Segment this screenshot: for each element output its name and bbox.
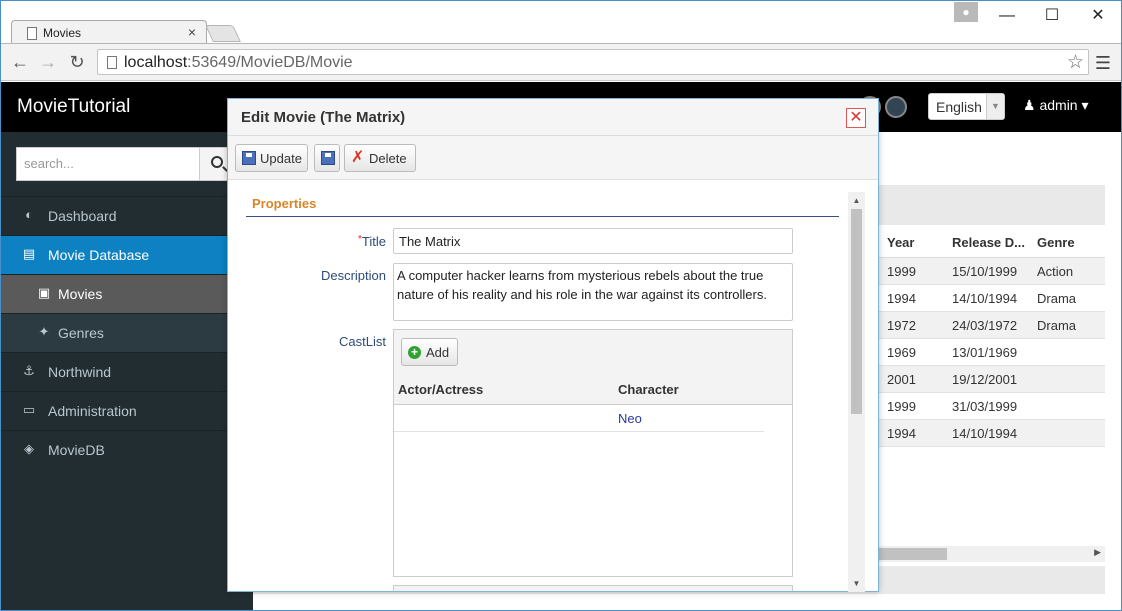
sidebar-item-administration[interactable]: ▭ Administration bbox=[1, 391, 253, 430]
tab-title: Movies bbox=[43, 26, 82, 40]
column-header-character[interactable]: Character bbox=[618, 382, 679, 397]
grid-horizontal-scrollbar[interactable]: ▶ bbox=[879, 546, 1105, 562]
dialog-body: Properties *Title The Matrix Description… bbox=[228, 180, 864, 591]
character-cell[interactable]: Neo bbox=[618, 411, 642, 426]
save-close-icon bbox=[321, 151, 335, 165]
update-button[interactable]: Update bbox=[235, 144, 308, 172]
layers-icon: ◈ bbox=[24, 441, 34, 456]
scroll-down-icon[interactable]: ▼ bbox=[848, 579, 865, 588]
tab-close-icon[interactable]: × bbox=[188, 24, 196, 40]
browser-toolbar: ← → ↻ localhost:53649/MovieDB/Movie ☆ ☰ bbox=[1, 43, 1121, 81]
pin-icon: ✦ bbox=[38, 324, 50, 339]
address-bar[interactable]: localhost:53649/MovieDB/Movie ☆ bbox=[97, 49, 1089, 75]
sidebar-item-northwind[interactable]: ⚓ Northwind bbox=[1, 352, 253, 391]
sidebar: search... ◐ Dashboard ▤ Movie Database ▣… bbox=[1, 132, 253, 610]
search-icon bbox=[211, 156, 223, 168]
close-window-button[interactable]: ✕ bbox=[1076, 2, 1120, 30]
castlist-header: Actor/Actress Character bbox=[394, 373, 792, 405]
brand-title[interactable]: MovieTutorial bbox=[17, 96, 130, 118]
minimize-button[interactable]: — bbox=[985, 2, 1029, 30]
anchor-icon: ⚓ bbox=[23, 363, 35, 378]
reload-icon[interactable]: ↻ bbox=[65, 52, 89, 73]
castlist-label: CastList bbox=[339, 334, 386, 349]
sidebar-item-movie-database[interactable]: ▤ Movie Database bbox=[1, 235, 253, 274]
forward-arrow-icon[interactable]: → bbox=[36, 52, 60, 73]
dialog-title: Edit Movie (The Matrix) bbox=[241, 109, 406, 126]
scroll-thumb[interactable] bbox=[879, 548, 947, 560]
sidebar-item-movies[interactable]: ▣ Movies bbox=[1, 274, 253, 313]
page-icon bbox=[107, 56, 117, 69]
maximize-button[interactable]: ☐ bbox=[1030, 2, 1074, 30]
movie-icon: ▣ bbox=[37, 285, 51, 300]
url-text: localhost:53649/MovieDB/Movie bbox=[124, 54, 353, 71]
next-field bbox=[393, 585, 793, 591]
user-menu[interactable]: ♟ admin ▾ bbox=[1023, 97, 1089, 114]
back-arrow-icon[interactable]: ← bbox=[8, 52, 32, 73]
new-tab-button[interactable] bbox=[205, 25, 241, 42]
section-divider bbox=[246, 216, 839, 217]
add-cast-button[interactable]: + Add bbox=[401, 338, 458, 366]
sidebar-item-dashboard[interactable]: ◐ Dashboard bbox=[1, 196, 253, 235]
table-row[interactable]: Neo bbox=[394, 405, 764, 432]
edit-movie-dialog: Edit Movie (The Matrix) ✕ Update ✗ Delet… bbox=[227, 98, 879, 592]
theme-circle-icon[interactable] bbox=[885, 96, 907, 118]
dialog-toolbar: Update ✗ Delete bbox=[228, 136, 878, 180]
profile-icon[interactable]: ● bbox=[954, 2, 978, 22]
section-title: Properties bbox=[252, 196, 317, 211]
plus-icon: + bbox=[408, 346, 421, 359]
column-header-genre[interactable]: Genre bbox=[1037, 235, 1075, 250]
column-header-year[interactable]: Year bbox=[887, 235, 914, 250]
chevron-down-icon: ▼ bbox=[986, 94, 1004, 119]
dialog-vertical-scrollbar[interactable]: ▲ ▼ bbox=[848, 192, 865, 592]
sidebar-search[interactable]: search... bbox=[16, 147, 238, 181]
save-and-close-button[interactable] bbox=[314, 144, 340, 172]
column-header-actor[interactable]: Actor/Actress bbox=[398, 382, 483, 397]
search-input[interactable]: search... bbox=[24, 156, 74, 171]
dashboard-icon: ◐ bbox=[25, 207, 33, 222]
description-label: Description bbox=[320, 268, 386, 283]
scroll-right-icon[interactable]: ▶ bbox=[1094, 547, 1101, 558]
desktop-icon: ▭ bbox=[22, 402, 36, 417]
delete-icon: ✗ bbox=[351, 149, 365, 166]
title-field[interactable]: The Matrix bbox=[393, 228, 793, 254]
castlist-toolbar: + Add bbox=[394, 330, 792, 373]
page-icon bbox=[27, 27, 37, 40]
language-select[interactable]: English ▼ bbox=[928, 93, 1005, 120]
description-field[interactable]: A computer hacker learns from mysterious… bbox=[393, 263, 793, 321]
dialog-titlebar[interactable]: Edit Movie (The Matrix) ✕ bbox=[228, 99, 878, 136]
delete-button[interactable]: ✗ Delete bbox=[344, 144, 416, 172]
tab-strip: Movies × ● — ☐ ✕ bbox=[1, 1, 1121, 46]
sidebar-item-genres[interactable]: ✦ Genres bbox=[1, 313, 253, 352]
save-icon bbox=[242, 151, 256, 165]
film-icon: ▤ bbox=[22, 246, 36, 261]
scroll-up-icon[interactable]: ▲ bbox=[848, 196, 865, 205]
sidebar-item-moviedb[interactable]: ◈ MovieDB bbox=[1, 430, 253, 469]
scroll-thumb[interactable] bbox=[851, 209, 862, 414]
bookmark-star-icon[interactable]: ☆ bbox=[1067, 51, 1084, 74]
column-header-release-date[interactable]: Release D... bbox=[952, 235, 1025, 250]
title-label: *Title bbox=[358, 234, 386, 249]
castlist-editor: + Add Actor/Actress Character Neo bbox=[393, 329, 793, 577]
menu-icon[interactable]: ☰ bbox=[1095, 53, 1111, 74]
close-icon[interactable]: ✕ bbox=[846, 108, 866, 128]
